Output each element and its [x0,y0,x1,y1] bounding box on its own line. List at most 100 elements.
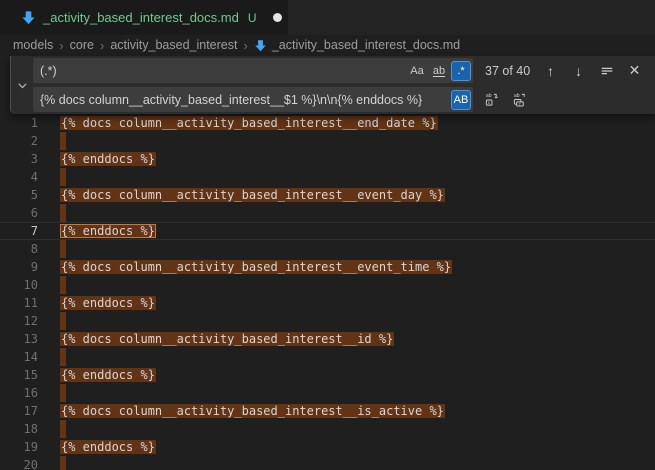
code-line[interactable]: 3 {% enddocs %} [0,150,655,168]
line-number: 15 [0,366,38,384]
preserve-case-button[interactable]: AB [451,90,471,110]
code-line[interactable]: 18 [0,420,655,438]
replace-input-value: {% docs column__activity_based_interest_… [40,93,449,107]
tab-active-file[interactable]: _activity_based_interest_docs.md U [0,0,288,35]
find-match-highlight [60,276,66,294]
code-line[interactable]: 4 [0,168,655,186]
replace-row: {% docs column__activity_based_interest_… [33,87,649,112]
find-match-highlight: {% docs column__activity_based_interest_… [60,404,445,418]
line-text [60,132,66,150]
line-number: 3 [0,150,38,168]
replace-button[interactable]: ab c [481,89,502,110]
code-line[interactable]: 8 [0,240,655,258]
line-number: 9 [0,258,38,276]
code-line[interactable]: 19 {% enddocs %} [0,438,655,456]
line-number: 6 [0,204,38,222]
code-line[interactable]: 1 {% docs column__activity_based_interest… [0,114,655,132]
breadcrumb-item[interactable]: models [13,38,53,52]
line-number: 2 [0,132,38,150]
code-line[interactable]: 17 {% docs column__activity_based_interes… [0,402,655,420]
regex-button[interactable]: .* [451,61,471,81]
find-match-current: {% enddocs %} [60,224,156,238]
close-widget-button[interactable]: ✕ [624,60,645,81]
code-line[interactable]: 7 {% enddocs %} [0,222,655,240]
chevron-down-icon [17,80,28,91]
line-text [60,312,66,330]
breadcrumb-file-label: _activity_based_interest_docs.md [272,38,460,52]
line-text: {% docs column__activity_based_interest_… [60,402,445,420]
line-number: 7 [0,222,38,240]
find-match-highlight [60,168,66,186]
markdown-file-icon [254,39,267,52]
tab-bar: _activity_based_interest_docs.md U [0,0,655,35]
line-number: 4 [0,168,38,186]
line-text [60,384,66,402]
code-line[interactable]: 15 {% enddocs %} [0,366,655,384]
replace-all-button[interactable]: ab c [509,89,530,110]
line-text [60,204,66,222]
line-text: {% enddocs %} [60,222,156,240]
whole-word-button[interactable]: ab [429,61,449,81]
line-text [60,168,66,186]
code-line[interactable]: 12 [0,312,655,330]
tab-title: _activity_based_interest_docs.md [43,10,239,25]
code-line[interactable]: 13 {% docs column__activity_based_interes… [0,330,655,348]
find-match-highlight: {% enddocs %} [60,440,156,454]
code-line[interactable]: 14 [0,348,655,366]
code-line[interactable]: 9 {% docs column__activity_based_interest… [0,258,655,276]
line-text: {% enddocs %} [60,294,156,312]
line-text: {% docs column__activity_based_interest_… [60,330,394,348]
previous-match-button[interactable]: ↑ [540,60,561,81]
line-number: 1 [0,114,38,132]
code-line[interactable]: 10 [0,276,655,294]
code-line[interactable]: 2 [0,132,655,150]
svg-text:ab: ab [486,93,492,99]
find-match-highlight [60,420,66,438]
find-match-highlight [60,312,66,330]
line-number: 19 [0,438,38,456]
match-case-button[interactable]: Aa [407,61,427,81]
find-replace-widget: (.*) Aa ab .* 37 of 40 ↑ ↓ ✕ [10,56,655,114]
find-match-highlight: {% docs column__activity_based_interest_… [60,188,445,202]
line-text: {% docs column__activity_based_interest_… [60,186,445,204]
code-area[interactable]: 1 {% docs column__activity_based_interest… [0,114,655,470]
find-in-selection-icon [600,64,614,78]
line-text [60,456,66,470]
line-text [60,420,66,438]
line-text [60,276,66,294]
line-number: 5 [0,186,38,204]
breadcrumb-item[interactable]: activity_based_interest [110,38,237,52]
code-line[interactable]: 6 [0,204,655,222]
markdown-file-icon [21,10,36,25]
line-text: {% docs column__activity_based_interest_… [60,114,438,132]
find-match-highlight: {% docs column__activity_based_interest_… [60,116,438,130]
svg-text:c: c [488,100,491,105]
unsaved-dot-icon[interactable] [273,13,282,22]
code-line[interactable]: 11{% enddocs %} [0,294,655,312]
breadcrumb-item-file[interactable]: _activity_based_interest_docs.md [254,38,460,52]
find-match-highlight: {% enddocs %} [60,152,156,166]
find-match-highlight [60,240,66,258]
next-match-button[interactable]: ↓ [568,60,589,81]
code-line[interactable]: 16 [0,384,655,402]
line-text [60,348,66,366]
find-match-highlight: {% docs column__activity_based_interest_… [60,260,452,274]
line-number: 20 [0,456,38,470]
line-text: {% enddocs %} [60,366,156,384]
toggle-replace-button[interactable] [11,56,33,114]
code-line[interactable]: 5 {% docs column__activity_based_interest… [0,186,655,204]
line-number: 17 [0,402,38,420]
breadcrumb-item[interactable]: core [70,38,94,52]
find-input[interactable]: (.*) Aa ab .* [33,58,473,83]
code-line[interactable]: 20 [0,456,655,470]
editor-pane[interactable]: (.*) Aa ab .* 37 of 40 ↑ ↓ ✕ [0,55,655,470]
find-in-selection-button[interactable] [596,60,617,81]
line-number: 13 [0,330,38,348]
replace-input[interactable]: {% docs column__activity_based_interest_… [33,87,473,112]
find-match-highlight [60,384,66,402]
find-input-value: (.*) [40,64,405,78]
find-match-highlight [60,204,66,222]
line-text: {% enddocs %} [60,438,156,456]
line-number: 14 [0,348,38,366]
find-match-highlight: {% enddocs %} [60,296,156,310]
